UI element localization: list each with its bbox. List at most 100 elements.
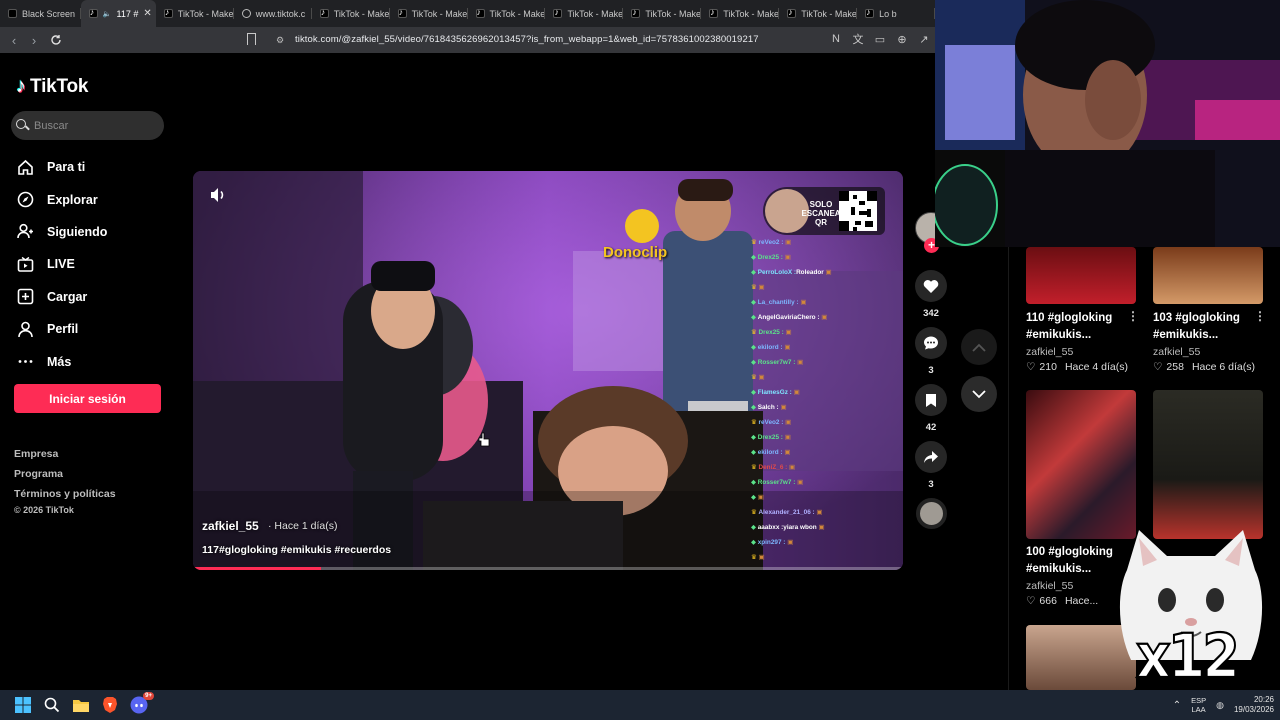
search-box[interactable] [11,111,164,140]
like-action[interactable]: 342 [913,270,949,319]
translate-icon[interactable]: 文 [851,31,865,47]
clock-time: 20:26 [1253,695,1274,704]
save-action[interactable]: 42 [913,384,949,433]
browser-tab[interactable]: 🔈 117 # ✕ [80,0,156,27]
video-progress-bar[interactable] [193,567,903,570]
network-icon[interactable]: ◍ [1216,700,1224,711]
related-title-2[interactable]: 103 #glogloking #emikukis... [1153,310,1263,344]
tray-chevron-up-icon[interactable]: ⌃ [1173,700,1181,711]
comment-count: 3 [928,365,934,376]
bookmark-save-icon[interactable] [915,384,947,416]
footer-link-empresa[interactable]: Empresa [14,444,116,464]
related-thumbnail-1[interactable] [1026,247,1136,304]
related-thumbnail-2[interactable] [1153,247,1263,304]
brave-browser-icon[interactable] [99,694,121,716]
discord-icon[interactable]: 9+ [128,692,154,716]
back-icon[interactable]: ‹ [4,30,24,50]
browser-tab[interactable]: Black Screen [0,0,81,27]
tab-audio-icon[interactable]: 🔈 [103,10,112,18]
forward-icon[interactable]: › [24,30,44,50]
chat-username: ekilord : [757,344,783,351]
chat-badge-icon: ◆ [751,269,758,276]
browser-tab[interactable]: Lo b [857,0,936,27]
browser-tab[interactable]: TikTok - Make [468,0,546,27]
menu-item-siguiendo[interactable]: Siguiendo [16,216,166,248]
chat-username: Salch : [757,404,779,411]
chevron-down-icon [972,389,986,398]
video-player[interactable]: Donoclip SOLO ESCANEA QR ♛ reVeo2 : ▣ ◆ D… [193,171,903,570]
tiktok-logo[interactable]: ♪ TikTok [16,75,88,98]
more-options-icon-1[interactable]: ⋮ [1127,309,1139,323]
chat-badge-icon: ♛ [751,374,759,381]
chat-emote-icon: ▣ [795,359,804,366]
chat-username: Drex25 : [757,434,783,441]
heart-icon[interactable] [915,270,947,302]
next-video-button[interactable] [961,376,997,412]
search-icon[interactable] [16,119,29,132]
more-options-icon-2[interactable]: ⋮ [1254,309,1266,323]
footer-link-programa[interactable]: Programa [14,464,116,484]
address-bar-url[interactable]: tiktok.com/@zafkiel_55/video/76184356269… [295,34,759,45]
share-icon[interactable]: ↗ [917,31,931,47]
browser-tab[interactable]: TikTok - Make [701,0,780,27]
menu-item-label: LIVE [47,257,75,272]
reload-icon[interactable] [46,30,66,50]
comment-icon[interactable] [915,327,947,359]
windows-start-icon[interactable] [12,694,34,716]
footer-link-terminos[interactable]: Términos y políticas [14,484,116,504]
related-stats-2: ♡ 258 Hace 6 día(s) [1153,361,1255,373]
chat-badge-icon: ◆ [751,539,758,546]
related-title-1[interactable]: 110 #glogloking #emikukis... [1026,310,1136,344]
video-caption[interactable]: 117#glogloking #emikukis #recuerdos [202,544,391,556]
tab-label: Black Screen [22,8,76,19]
menu-item-perfil[interactable]: Perfil [16,313,166,345]
login-button[interactable]: Iniciar sesión [14,384,161,413]
browser-tab[interactable]: TikTok - Make [312,0,390,27]
related-user-2[interactable]: zafkiel_55 [1153,346,1200,358]
chat-badge-icon: ♛ [751,329,759,336]
share-arrow-icon[interactable] [915,441,947,473]
qr-cell [839,191,849,201]
related-user-1[interactable]: zafkiel_55 [1026,346,1073,358]
related-thumbnail-3[interactable] [1026,390,1136,539]
browser-tab[interactable]: TikTok - Make [779,0,858,27]
cast-icon[interactable]: ▭ [873,31,887,47]
browser-tab[interactable]: TikTok - Make [390,0,468,27]
language-top: ESP [1191,696,1207,705]
clock[interactable]: 20:26 19/03/2026 [1234,695,1274,715]
menu-item-cargar[interactable]: Cargar [16,281,166,313]
related-thumbnail-4[interactable] [1153,390,1263,539]
menu-item-label: Siguiendo [47,224,108,239]
video-author[interactable]: zafkiel_55 [202,519,259,533]
menu-item-live[interactable]: LIVE [16,248,166,280]
previous-video-button[interactable] [961,329,997,365]
zoom-icon[interactable]: ⊕ [895,31,909,47]
related-user-3[interactable]: zafkiel_55 [1026,580,1073,592]
tab-label: TikTok - Make [567,8,624,19]
menu-item-para-ti[interactable]: Para ti [16,151,166,183]
chat-emote-icon: ▣ [783,329,792,336]
site-info-icon[interactable]: ⚙ [276,35,284,46]
share-action[interactable]: 3 [913,441,949,490]
comment-action[interactable]: 3 [913,327,949,376]
browser-tab[interactable]: TikTok - Make [156,0,234,27]
file-explorer-icon[interactable] [70,694,92,716]
volume-icon[interactable] [208,185,228,205]
tab-close-icon[interactable]: ✕ [143,8,151,19]
chat-badge-icon: ♛ [751,419,759,426]
menu-item-explorar[interactable]: Explorar [16,183,166,215]
search-input[interactable] [34,119,154,132]
language-indicator[interactable]: ESP LAA [1191,696,1206,714]
browser-tab[interactable]: TikTok - Make [623,0,702,27]
browser-tab[interactable]: www.tiktok.c [234,0,312,27]
taskbar-search-icon[interactable] [41,694,63,716]
browser-tab[interactable]: TikTok - Make [545,0,624,27]
chat-message: ◆ ekilord : ▣ [751,340,901,355]
menu-item-m-s[interactable]: Más [16,345,166,377]
qr-cell [865,221,873,227]
chat-badge-icon: ◆ [751,494,758,501]
bookmark-icon[interactable] [247,33,256,45]
chat-badge-icon: ◆ [751,359,758,366]
no-translate-icon[interactable]: Ν [829,31,843,47]
music-disc-icon[interactable] [916,498,947,529]
